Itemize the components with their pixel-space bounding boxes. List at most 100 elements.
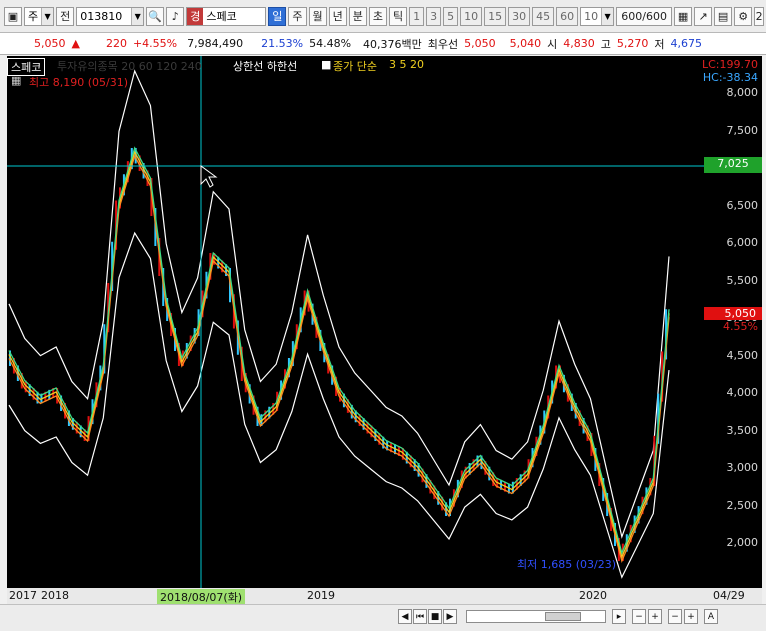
interval-60[interactable]: 60 bbox=[556, 6, 579, 26]
chart-plot[interactable] bbox=[7, 56, 704, 604]
price-tick: 6,500 bbox=[726, 198, 759, 212]
count-field[interactable]: 600/600 bbox=[616, 6, 673, 26]
edge-label: 2 bbox=[754, 6, 765, 26]
period-week[interactable]: 주 bbox=[288, 6, 307, 26]
price-tick: 4,500 bbox=[726, 348, 759, 362]
price-chart[interactable]: 스페코 투자유의종목 20 60 120 240 상한선 하한선 ■ 종가 단순… bbox=[7, 56, 762, 604]
price-tick: 4,000 bbox=[726, 386, 759, 399]
chevron-down-icon[interactable]: ▼ bbox=[131, 7, 144, 25]
price-tick: 3,500 bbox=[726, 423, 759, 437]
trend-icon[interactable]: ↗ bbox=[694, 6, 713, 26]
ma-legend-label: 종가 단순 bbox=[333, 60, 377, 73]
period-minute[interactable]: 분 bbox=[348, 6, 367, 26]
bid-price-1: 5,050 bbox=[464, 37, 496, 50]
ma-legend-marker: ■ bbox=[321, 58, 332, 71]
market-select[interactable]: 주 ▼ bbox=[24, 6, 55, 26]
ma5-line bbox=[8, 154, 670, 564]
low-label: 저 bbox=[654, 37, 665, 51]
chart-faded-legend: 투자유의종목 20 60 120 240 bbox=[57, 60, 202, 73]
chevron-down-icon[interactable]: ▼ bbox=[601, 7, 614, 25]
price-tick: 3,000 bbox=[726, 461, 759, 474]
price-tick: 7,500 bbox=[726, 123, 759, 137]
zoom-in-icon[interactable]: + bbox=[648, 609, 662, 624]
up-arrow-icon: ▲ bbox=[71, 37, 80, 50]
period-year[interactable]: 년 bbox=[328, 6, 347, 26]
quote-bar: 5,050 ▲ 220 +4.55% 7,984,490 21.53% 54.4… bbox=[0, 33, 766, 55]
price-tick: 2,500 bbox=[726, 498, 759, 512]
speaker-icon[interactable]: ♪ bbox=[166, 6, 185, 26]
limit-lines-legend: 상한선 하한선 bbox=[233, 60, 298, 73]
volume-ratio: 54.48% bbox=[309, 37, 352, 50]
market-label: 주 bbox=[28, 10, 39, 23]
interval-15[interactable]: 15 bbox=[484, 6, 507, 26]
zoom-plus-icon[interactable]: + bbox=[684, 609, 698, 624]
code-value: 013810 bbox=[80, 9, 123, 23]
mouse-pointer-icon bbox=[200, 165, 218, 188]
layout-icon[interactable]: ▣ bbox=[4, 6, 22, 26]
interval-45[interactable]: 45 bbox=[532, 6, 555, 26]
interval-1[interactable]: 1 bbox=[409, 6, 425, 26]
interval-select[interactable]: 10 ▼ bbox=[580, 6, 615, 26]
zoom-minus-icon[interactable]: − bbox=[668, 609, 682, 624]
priority-label: 최우선 bbox=[427, 37, 459, 51]
min-price-label: 최저 1,685 (03/23) bbox=[517, 558, 617, 571]
interval-3[interactable]: 3 bbox=[426, 6, 442, 26]
high-label: 고 bbox=[600, 37, 611, 51]
chart-navigation-bar: ◀ ⏮ ■ ▶ ▸ − + − + A bbox=[0, 604, 766, 631]
price-tick: 8,000 bbox=[726, 86, 759, 99]
low-price: 4,675 bbox=[670, 37, 703, 50]
code-field[interactable]: 013810 ▼ bbox=[76, 6, 145, 26]
chevron-down-icon[interactable]: ▼ bbox=[41, 7, 54, 25]
interval-30[interactable]: 30 bbox=[508, 6, 531, 26]
last-pct-label: 4.55% bbox=[723, 320, 758, 333]
calendar-icon[interactable]: ▦ bbox=[11, 74, 21, 87]
crosshair-date-badge: 2018/08/07(화) bbox=[157, 589, 246, 605]
lc-value: LC:199.70 bbox=[701, 58, 758, 71]
ma-legend-periods: 3 5 20 bbox=[389, 58, 424, 71]
turnover: 21.53% bbox=[261, 37, 304, 50]
date-axis: 2017 2018 2018/08/07(화) 2019 2020 04/29 bbox=[7, 588, 762, 605]
period-tick[interactable]: 틱 bbox=[389, 6, 408, 26]
prev-page-icon[interactable]: ◀ bbox=[398, 609, 412, 624]
x-label-2018: 2018 bbox=[41, 589, 69, 602]
interval-5[interactable]: 5 bbox=[443, 6, 459, 26]
hc-value: HC:-38.34 bbox=[702, 71, 758, 84]
interval-10[interactable]: 10 bbox=[460, 6, 483, 26]
open-price: 4,830 bbox=[563, 37, 595, 50]
next-page-icon[interactable]: ▶ bbox=[443, 609, 457, 624]
period-day[interactable]: 일 bbox=[268, 6, 287, 26]
bid-price-2: 5,040 bbox=[509, 37, 542, 50]
price-tick: 2,000 bbox=[726, 536, 759, 549]
price-axis: LC:199.70 HC:-38.34 8,0007,5007,0006,500… bbox=[701, 56, 762, 604]
period-month[interactable]: 월 bbox=[308, 6, 327, 26]
prev-button[interactable]: 전 bbox=[56, 6, 75, 26]
search-icon[interactable]: 🔍 bbox=[146, 6, 165, 26]
rewind-icon[interactable]: ⏮ bbox=[413, 609, 427, 624]
grid-icon[interactable]: ▦ bbox=[674, 6, 693, 26]
last-price-badge: 5,050 bbox=[704, 307, 762, 320]
period-second[interactable]: 초 bbox=[368, 6, 387, 26]
open-label: 시 bbox=[547, 37, 558, 51]
x-label-2020: 2020 bbox=[579, 589, 607, 602]
stop-icon[interactable]: ■ bbox=[428, 609, 442, 624]
price-tick: 5,500 bbox=[726, 273, 759, 287]
volume: 7,984,490 bbox=[187, 37, 244, 50]
change-pct: +4.55% bbox=[132, 37, 178, 50]
price-tick: 6,000 bbox=[726, 236, 759, 249]
max-price-label: 최고 8,190 (05/31) bbox=[29, 76, 129, 89]
high-price: 5,270 bbox=[616, 37, 649, 50]
scroll-track[interactable] bbox=[466, 610, 606, 623]
crosshair-price-badge: 7,025 bbox=[704, 157, 762, 173]
x-label-2017: 2017 bbox=[9, 589, 37, 602]
toolbar: ▣ 주 ▼ 전 013810 ▼ 🔍 ♪ 경 스페코 일 주 월 년 분 초 틱 1… bbox=[0, 0, 766, 33]
scroll-thumb[interactable] bbox=[545, 612, 581, 621]
stock-name-field[interactable]: 경 스페코 bbox=[186, 6, 267, 26]
zoom-out-icon[interactable]: − bbox=[632, 609, 646, 624]
save-icon[interactable]: ▤ bbox=[714, 6, 733, 26]
interval-select-value: 10 bbox=[584, 9, 599, 23]
auto-scale-icon[interactable]: A bbox=[704, 609, 718, 624]
gear-icon[interactable]: ⚙ bbox=[734, 6, 753, 26]
scroll-right-icon[interactable]: ▸ bbox=[612, 609, 626, 624]
trade-amount: 40,376백만 bbox=[363, 37, 422, 51]
last-date-label: 04/29 bbox=[713, 589, 745, 602]
